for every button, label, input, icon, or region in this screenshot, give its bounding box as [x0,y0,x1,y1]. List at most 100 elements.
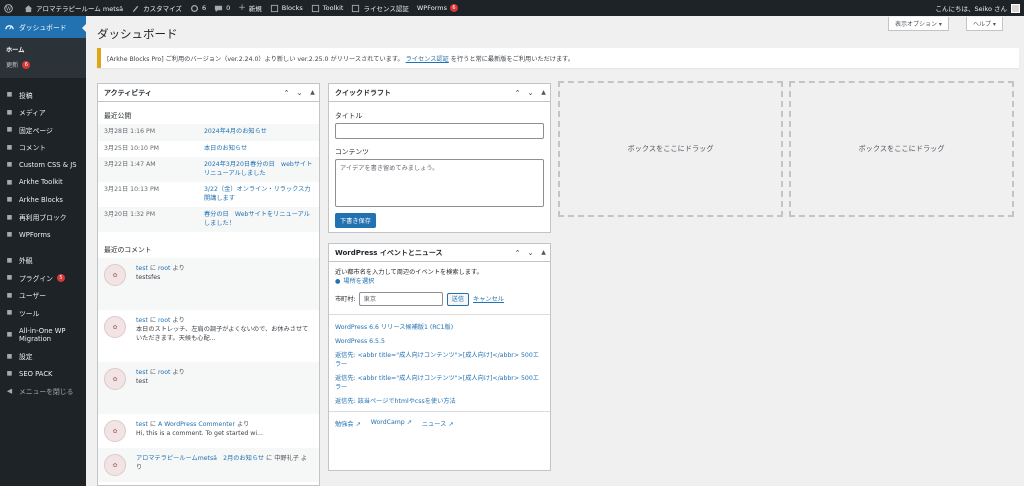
sidebar-item-media[interactable]: ■ メディア [0,104,86,122]
wordpress-logo-icon[interactable]: W [0,0,20,16]
collapse-menu-button[interactable]: ◀ メニューを閉じる [0,383,86,401]
select-location-link[interactable]: 場所を選択 [343,277,374,286]
new-content-link[interactable]: + 新規 [234,0,266,16]
sidebar-item-block[interactable]: ■ 再利用ブロック [0,209,86,227]
sidebar-item-brush[interactable]: ■ 外観 [0,252,86,270]
comment-post-link[interactable]: root [158,369,170,376]
sidebar-item-plus[interactable]: ■ Custom CSS & JS [0,156,86,174]
comment-post-link[interactable]: 2月のお知らせ [223,455,264,462]
comment-excerpt: testsfes [136,274,161,281]
toggle-icon[interactable]: ▲ [537,89,550,96]
sidebar-item-arkhe[interactable]: ■ Arkhe Blocks [0,191,86,209]
post-link[interactable]: 春分の日 Webサイトをリニューアルしました！ [204,211,313,228]
post-link[interactable]: 2024年3月20日春分の日 webサイトリニューアルしました [204,161,313,178]
screen-options-button[interactable]: 表示オプション ▾ [888,17,949,31]
drop-zone-right[interactable]: ボックスをここにドラッグ [789,81,1014,217]
move-down-icon[interactable]: ⌄ [293,89,306,97]
activity-row: 3月22日 1:47 AM 2024年3月20日春分の日 webサイトリニューアル… [98,157,319,182]
tool-icon: ■ [6,309,13,317]
drop-zone-left[interactable]: ボックスをここにドラッグ [558,81,783,217]
move-down-icon[interactable]: ⌄ [524,249,537,257]
comment-author-link[interactable]: test [136,421,148,428]
news-item-link[interactable]: 返信先: <abbr title="成人向けコンテンツ">[成人向け]</abb… [335,374,544,392]
sidebar-item-user[interactable]: ■ ユーザー [0,287,86,305]
brush-icon: ■ [6,256,13,264]
migration-icon: ■ [6,330,13,338]
sidebar-item-seo[interactable]: ■ SEO PACK [0,365,86,383]
news-item-link[interactable]: 返信先: 該当ページでhtmlやcssを使い方法 [335,397,544,406]
wpforms-link[interactable]: WPForms 6 [413,0,462,16]
post-link[interactable]: 本日のお知らせ [204,145,247,154]
avatar: ✿ [104,454,126,476]
avatar: ✿ [104,420,126,442]
comment-author-link[interactable]: test [136,317,148,324]
move-up-icon[interactable]: ⌃ [280,89,293,97]
move-down-icon[interactable]: ⌄ [524,89,537,97]
wpforms-badge: 6 [449,4,458,12]
license-link[interactable]: ライセンス認証 [347,0,412,16]
title-label: タイトル [335,112,363,120]
site-name-link[interactable]: アロマテラピールーム metsä [20,0,127,16]
avatar [1011,3,1020,13]
move-up-icon[interactable]: ⌃ [511,249,524,257]
wordcamp-link[interactable]: WordCamp ↗ [371,419,412,428]
customize-link[interactable]: カスタマイズ [127,0,186,16]
comment-post-link[interactable]: root [158,265,170,272]
submenu-home[interactable]: ホーム [0,42,86,57]
meetups-link[interactable]: 勉強会 ↗ [335,419,361,428]
plus-icon: + [238,3,246,13]
comment-post-link[interactable]: A WordPress Commenter [158,421,235,428]
toggle-icon[interactable]: ▲ [306,89,319,96]
sidebar-item-migration[interactable]: ■ All-in-One WP Migration [0,322,86,348]
comment-post-link[interactable]: root [158,317,170,324]
sidebar-item-forms[interactable]: ■ WPForms [0,226,86,244]
user-icon: ■ [6,291,13,299]
updates-link[interactable]: 6 [186,0,210,16]
sidebar-item-page[interactable]: ■ 固定ページ [0,121,86,139]
account-menu[interactable]: こんにちは、Seiko さん [931,0,1024,16]
blocks-link[interactable]: Blocks [266,0,307,16]
draft-title-input[interactable] [335,123,544,139]
license-link[interactable]: ライセンス認証 [406,54,449,63]
update-notice: [Arkhe Blocks Pro] ご利用のバージョン（ver.2.24.0）… [97,48,1019,68]
save-draft-button[interactable]: 下書き保存 [335,213,376,228]
comment-icon: ■ [6,143,13,151]
draft-content-textarea[interactable]: アイデアを書き留めてみましょう。 [335,159,544,207]
comment-author-link[interactable]: test [136,369,148,376]
avatar: ✿ [104,368,126,390]
dashboard-icon [5,24,14,30]
block-icon: ■ [6,213,13,221]
comments-link[interactable]: 0 [210,0,234,16]
toolkit-link[interactable]: Toolkit [307,0,348,16]
sidebar-item-plugin[interactable]: ■ プラグイン 5 [0,269,86,287]
sidebar-item-comment[interactable]: ■ コメント [0,139,86,157]
sidebar-item-arkhe[interactable]: ■ Arkhe Toolkit [0,174,86,192]
activity-row: 3月28日 1:16 PM 2024年4月のお知らせ [98,124,319,141]
post-date: 3月22日 1:47 AM [104,161,156,168]
plugins-badge: 5 [56,273,65,282]
move-up-icon[interactable]: ⌃ [511,89,524,97]
news-link[interactable]: ニュース ↗ [422,419,454,428]
news-item-link[interactable]: WordPress 6.6 リリース候補版1 (RC1版) [335,323,544,332]
toggle-icon[interactable]: ▲ [537,249,550,256]
cancel-link[interactable]: キャンセル [473,295,504,304]
toolkit-icon [311,4,319,12]
post-link[interactable]: 3/22（金）オンライン・リラックス力開講します [204,186,313,203]
greeting: こんにちは、Seiko さん [935,5,1007,13]
comment-author-link[interactable]: アロマテラピールームmetsä [136,455,217,462]
refresh-icon [190,4,198,12]
news-item-link[interactable]: 返信先: <abbr title="成人向けコンテンツ">[成人向け]</abb… [335,351,544,369]
updates-badge: 6 [22,60,31,69]
news-item-link[interactable]: WordPress 6.5.5 [335,337,544,346]
submenu-updates[interactable]: 更新 6 [0,57,86,72]
submit-city-button[interactable]: 送信 [446,292,470,306]
sidebar-item-tool[interactable]: ■ ツール [0,304,86,322]
sidebar-item-pin[interactable]: ■ 投稿 [0,86,86,104]
comment-author-link[interactable]: test [136,265,148,272]
events-footer: 勉強会 ↗ WordCamp ↗ ニュース ↗ [329,411,550,435]
sidebar-item-settings[interactable]: ■ 設定 [0,348,86,366]
city-input[interactable]: 東京 [358,292,443,306]
sidebar-item-dashboard[interactable]: ダッシュボード [0,16,86,38]
help-button[interactable]: ヘルプ ▾ [966,17,1003,31]
post-link[interactable]: 2024年4月のお知らせ [204,128,267,137]
